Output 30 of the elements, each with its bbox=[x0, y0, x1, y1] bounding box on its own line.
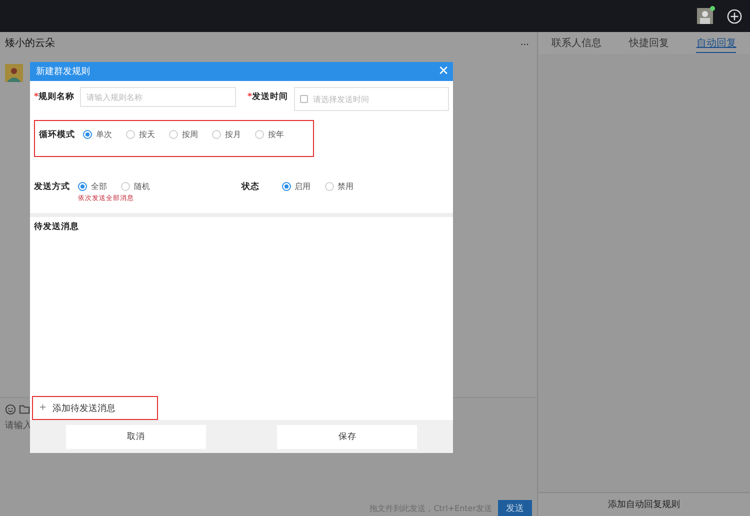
section-label: 待发送消息 bbox=[34, 220, 80, 233]
radio-option[interactable]: 全部 bbox=[78, 179, 107, 193]
panel-tab[interactable]: 快捷回复 bbox=[628, 34, 669, 52]
radio-option[interactable]: 按月 bbox=[212, 127, 241, 141]
radio-option[interactable]: 随机 bbox=[121, 179, 150, 193]
rule-name-field[interactable]: 请输入规则名称 bbox=[80, 87, 236, 107]
more-button[interactable]: ... bbox=[520, 38, 529, 48]
dialog-title: 新建群发规则 bbox=[36, 66, 90, 78]
avatar-icon[interactable] bbox=[697, 8, 713, 24]
contact-avatar-icon bbox=[5, 64, 23, 82]
emoji-icon[interactable] bbox=[5, 404, 16, 415]
panel-tab[interactable]: 联系人信息 bbox=[552, 34, 602, 52]
send-button[interactable]: 发送 bbox=[498, 500, 532, 516]
radio-option[interactable]: 单次 bbox=[83, 127, 112, 141]
field-label: 发送方式 bbox=[34, 180, 70, 194]
field-label: 循环模式 bbox=[39, 128, 75, 142]
radio-option[interactable]: 按天 bbox=[126, 127, 155, 141]
field-label: *发送时间 bbox=[248, 90, 288, 104]
radio-option[interactable]: 禁用 bbox=[324, 179, 354, 193]
field-label: *规则名称 bbox=[34, 91, 74, 104]
chat-title: 矮小的云朵 bbox=[5, 36, 55, 50]
field-label: 状态 bbox=[242, 180, 260, 194]
add-icon[interactable] bbox=[727, 8, 742, 24]
folder-icon[interactable] bbox=[19, 404, 30, 415]
dialog-button[interactable]: 保存 bbox=[277, 424, 418, 448]
radio-option[interactable]: 启用 bbox=[282, 179, 310, 193]
dialog-button[interactable]: 取消 bbox=[66, 424, 206, 448]
add-message-button[interactable]: + 添加待发送消息 bbox=[32, 396, 158, 420]
radio-option[interactable]: 按周 bbox=[169, 127, 198, 141]
radio-option[interactable]: 按年 bbox=[255, 127, 284, 141]
